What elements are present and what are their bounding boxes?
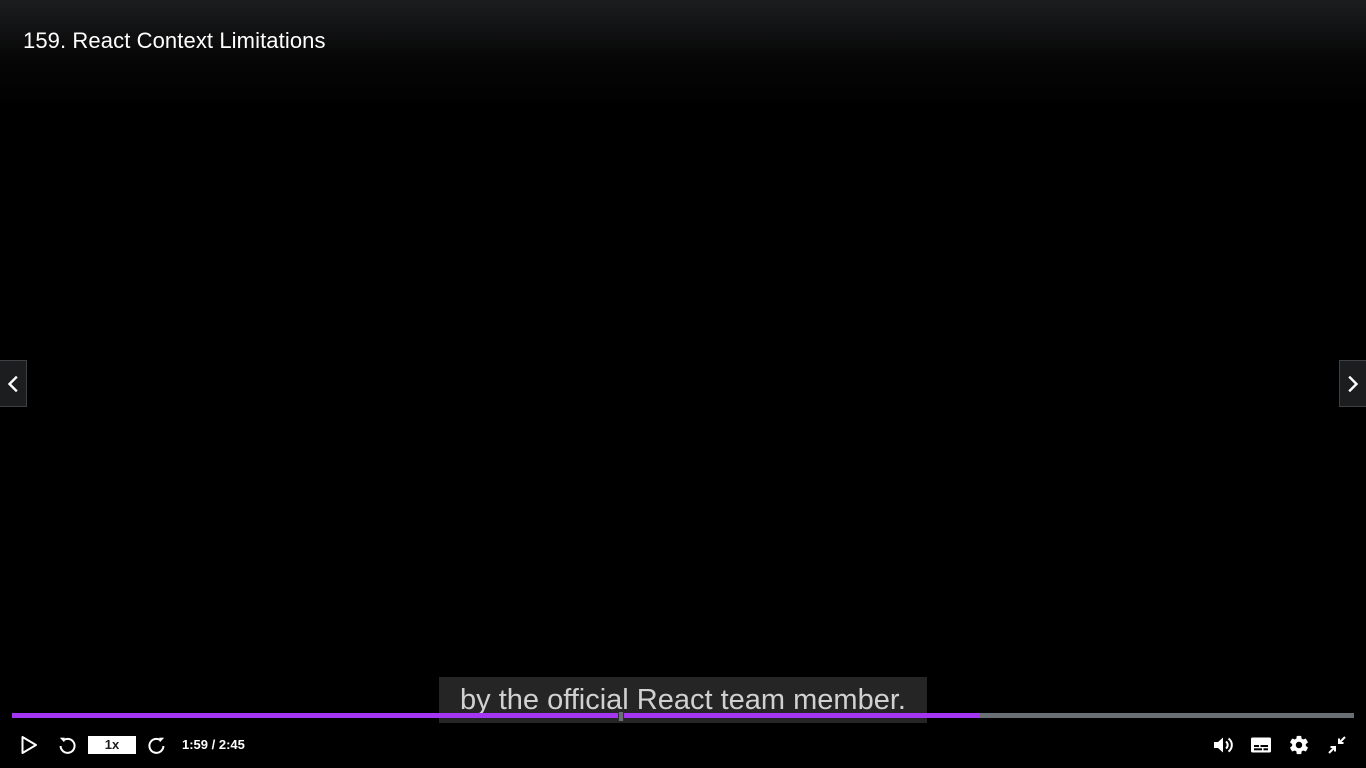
forward-button[interactable] <box>144 722 170 768</box>
current-time: 1:59 <box>182 737 209 752</box>
play-icon <box>21 736 37 754</box>
forward-5-icon <box>148 737 165 754</box>
play-button[interactable] <box>14 722 44 768</box>
settings-button[interactable] <box>1285 722 1313 768</box>
gear-icon <box>1290 735 1308 755</box>
progress-played <box>12 713 980 718</box>
caption-marker <box>618 712 624 721</box>
chevron-left-icon <box>7 375 18 392</box>
volume-button[interactable] <box>1209 722 1237 768</box>
video-player[interactable]: 159. React Context Limitations by the of… <box>0 0 1366 768</box>
video-title: 159. React Context Limitations <box>23 28 326 53</box>
next-lecture-button[interactable] <box>1339 360 1366 407</box>
chevron-right-icon <box>1348 375 1359 392</box>
previous-lecture-button[interactable] <box>0 360 27 407</box>
rewind-button[interactable] <box>54 722 80 768</box>
control-bar: 1x 1:59 / 2:45 <box>0 722 1366 768</box>
rewind-5-icon <box>59 737 76 754</box>
exit-fullscreen-button[interactable] <box>1323 722 1351 768</box>
closed-captions-icon <box>1251 737 1271 753</box>
time-separator: / <box>208 737 219 752</box>
duration: 2:45 <box>218 737 245 752</box>
captions-button[interactable] <box>1246 722 1276 768</box>
playback-speed-button[interactable]: 1x <box>88 736 136 754</box>
time-display: 1:59 / 2:45 <box>182 722 245 768</box>
title-bar: 159. React Context Limitations <box>0 0 1366 110</box>
exit-fullscreen-icon <box>1328 736 1346 754</box>
volume-icon <box>1214 737 1233 753</box>
progress-bar[interactable] <box>12 713 1354 718</box>
